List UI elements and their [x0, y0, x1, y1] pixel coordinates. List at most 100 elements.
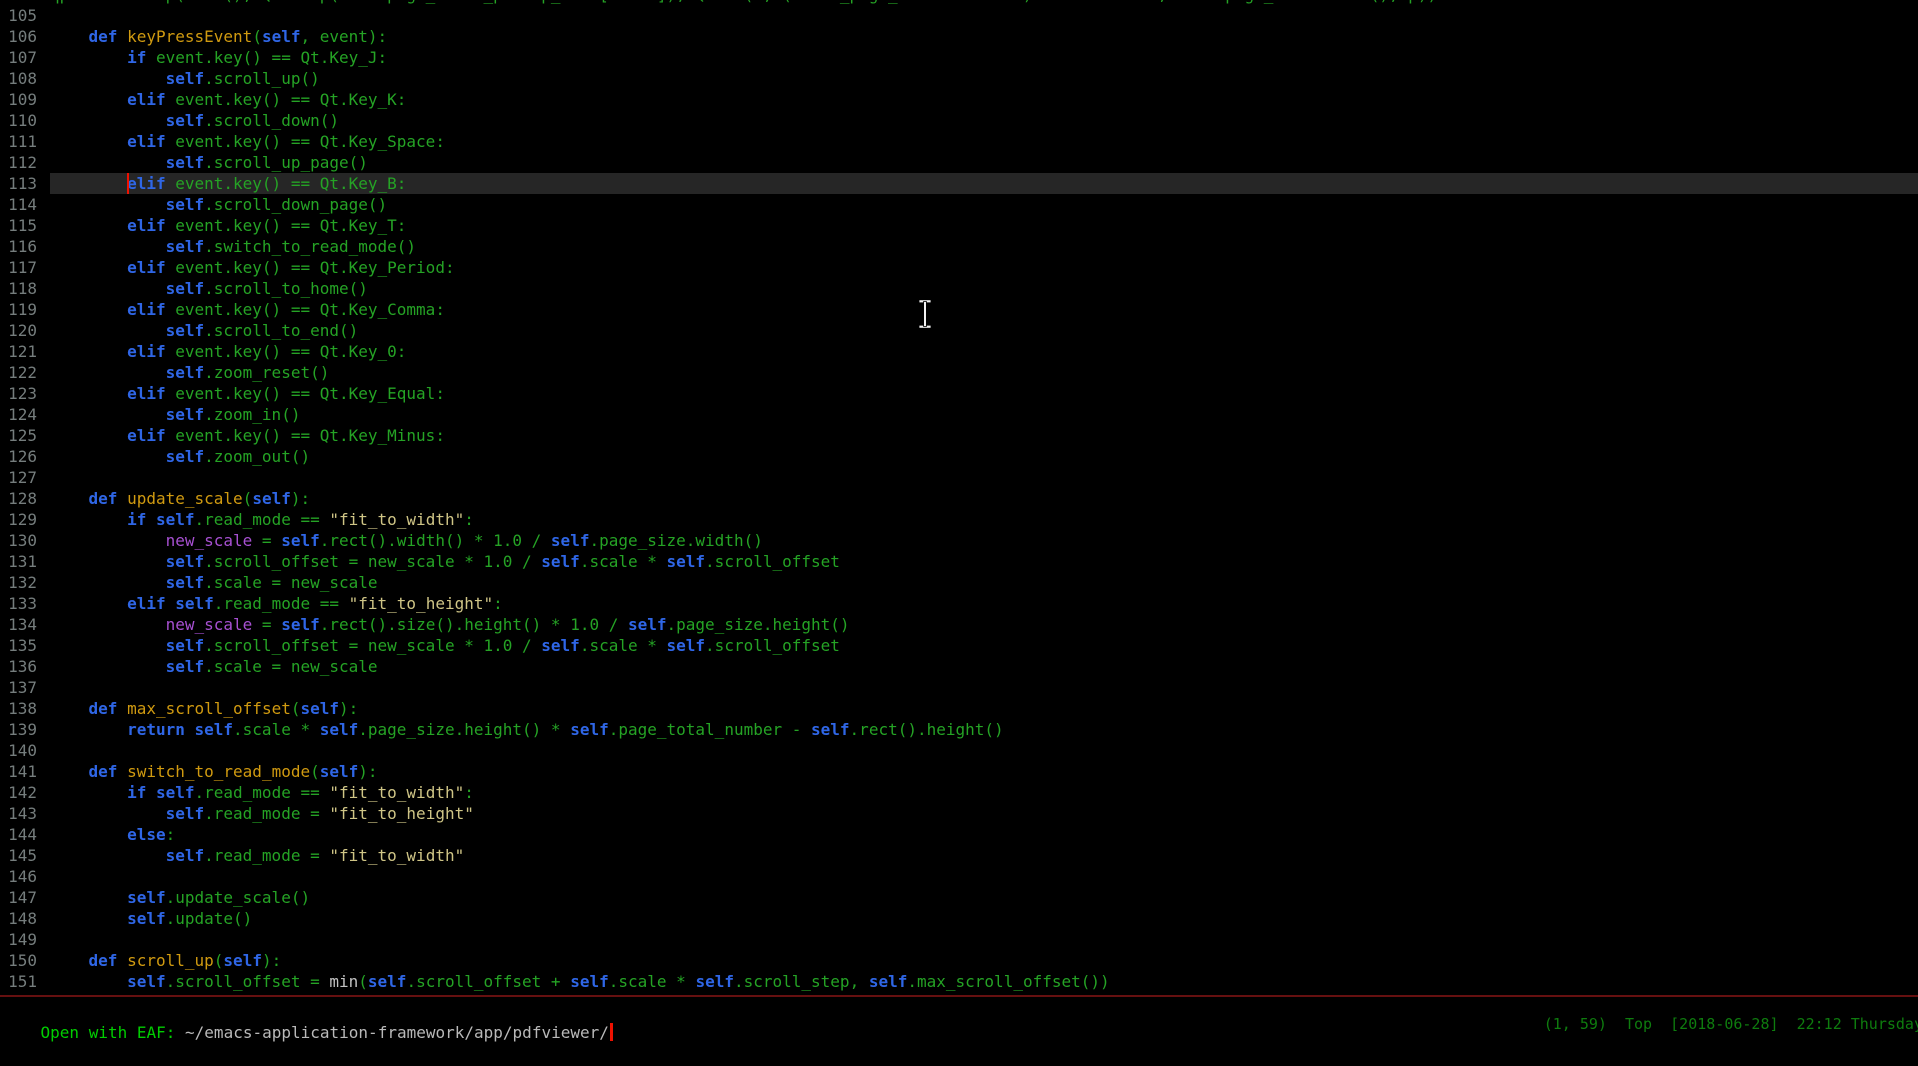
code-line[interactable]: 109 elif event.key() == Qt.Key_K: — [0, 89, 1918, 110]
line-number: 119 — [0, 299, 50, 320]
line-number: 121 — [0, 341, 50, 362]
code-line[interactable]: 114 self.scroll_down_page() — [0, 194, 1918, 215]
code-line[interactable]: 106 def keyPressEvent(self, event): — [0, 26, 1918, 47]
line-number: 125 — [0, 425, 50, 446]
code-line[interactable]: 117 elif event.key() == Qt.Key_Period: — [0, 257, 1918, 278]
code-text: elif self.read_mode == "fit_to_height": — [50, 593, 1918, 614]
code-line[interactable]: 143 self.read_mode = "fit_to_height" — [0, 803, 1918, 824]
line-number: 133 — [0, 593, 50, 614]
code-line[interactable]: 105 — [0, 5, 1918, 26]
line-number: 138 — [0, 698, 50, 719]
code-text: self.scroll_up() — [50, 68, 1918, 89]
line-number: 111 — [0, 131, 50, 152]
line-number: 135 — [0, 635, 50, 656]
code-text: self.read_mode = "fit_to_height" — [50, 803, 1918, 824]
code-line[interactable]: 133 elif self.read_mode == "fit_to_heigh… — [0, 593, 1918, 614]
code-line[interactable]: 122 self.zoom_reset() — [0, 362, 1918, 383]
code-line[interactable]: 149 — [0, 929, 1918, 950]
code-line[interactable]: 119 elif event.key() == Qt.Key_Comma: — [0, 299, 1918, 320]
code-line[interactable]: 115 elif event.key() == Qt.Key_T: — [0, 215, 1918, 236]
code-text: self.scroll_offset = min(self.scroll_off… — [50, 971, 1918, 992]
code-line[interactable]: 128 def update_scale(self): — [0, 488, 1918, 509]
code-line[interactable]: 139 return self.scale * self.page_size.h… — [0, 719, 1918, 740]
code-text: def keyPressEvent(self, event): — [50, 26, 1918, 47]
line-number: 141 — [0, 761, 50, 782]
code-text: elif event.key() == Qt.Key_Period: — [50, 257, 1918, 278]
line-number: 137 — [0, 677, 50, 698]
code-line[interactable]: 137 — [0, 677, 1918, 698]
line-number: 113 — [0, 173, 50, 194]
emacs-frame: qp.drawPixmap(rect(), QPixmap(self.page_… — [0, 0, 1918, 1037]
code-line[interactable]: 118 self.scroll_to_home() — [0, 278, 1918, 299]
code-text: def switch_to_read_mode(self): — [50, 761, 1918, 782]
line-number: 118 — [0, 278, 50, 299]
code-line[interactable]: 120 self.scroll_to_end() — [0, 320, 1918, 341]
code-line[interactable]: 111 elif event.key() == Qt.Key_Space: — [0, 131, 1918, 152]
code-line[interactable]: 121 elif event.key() == Qt.Key_0: — [0, 341, 1918, 362]
code-line[interactable]: 138 def max_scroll_offset(self): — [0, 698, 1918, 719]
code-text: self.zoom_in() — [50, 404, 1918, 425]
code-line[interactable]: 150 def scroll_up(self): — [0, 950, 1918, 971]
code-text: self.scale = new_scale — [50, 572, 1918, 593]
line-number: 143 — [0, 803, 50, 824]
code-text: self.update_scale() — [50, 887, 1918, 908]
code-line[interactable]: 147 self.update_scale() — [0, 887, 1918, 908]
code-line[interactable]: 116 self.switch_to_read_mode() — [0, 236, 1918, 257]
code-line[interactable]: 134 new_scale = self.rect().size().heigh… — [0, 614, 1918, 635]
minibuffer-input[interactable]: ~/emacs-application-framework/app/pdfvie… — [185, 1023, 609, 1042]
code-text: self.update() — [50, 908, 1918, 929]
line-number: 105 — [0, 5, 50, 26]
code-line[interactable]: 126 self.zoom_out() — [0, 446, 1918, 467]
code-text: else: — [50, 824, 1918, 845]
line-number: 131 — [0, 551, 50, 572]
line-number: 134 — [0, 614, 50, 635]
line-number: 136 — [0, 656, 50, 677]
code-line[interactable]: 146 — [0, 866, 1918, 887]
line-number: 139 — [0, 719, 50, 740]
code-line[interactable]: 123 elif event.key() == Qt.Key_Equal: — [0, 383, 1918, 404]
line-number: 122 — [0, 362, 50, 383]
code-line[interactable]: 112 self.scroll_up_page() — [0, 152, 1918, 173]
code-text: def scroll_up(self): — [50, 950, 1918, 971]
code-text: self.zoom_out() — [50, 446, 1918, 467]
line-number: 108 — [0, 68, 50, 89]
code-line[interactable]: 148 self.update() — [0, 908, 1918, 929]
code-line[interactable]: 132 self.scale = new_scale — [0, 572, 1918, 593]
code-line[interactable]: 151 self.scroll_offset = min(self.scroll… — [0, 971, 1918, 992]
code-line[interactable]: 124 self.zoom_in() — [0, 404, 1918, 425]
code-line[interactable]: 144 else: — [0, 824, 1918, 845]
code-line[interactable]: 142 if self.read_mode == "fit_to_width": — [0, 782, 1918, 803]
code-line[interactable]: 130 new_scale = self.rect().width() * 1.… — [0, 530, 1918, 551]
code-line[interactable]: 107 if event.key() == Qt.Key_J: — [0, 47, 1918, 68]
code-text: elif event.key() == Qt.Key_B: — [50, 173, 1918, 194]
code-line[interactable]: 145 self.read_mode = "fit_to_width" — [0, 845, 1918, 866]
code-line[interactable]: 129 if self.read_mode == "fit_to_width": — [0, 509, 1918, 530]
code-line[interactable]: 108 self.scroll_up() — [0, 68, 1918, 89]
line-number: 151 — [0, 971, 50, 992]
code-text: self.scroll_offset = new_scale * 1.0 / s… — [50, 551, 1918, 572]
code-text — [50, 467, 1918, 488]
code-line[interactable]: 141 def switch_to_read_mode(self): — [0, 761, 1918, 782]
code-line[interactable]: 135 self.scroll_offset = new_scale * 1.0… — [0, 635, 1918, 656]
code-line[interactable]: 125 elif event.key() == Qt.Key_Minus: — [0, 425, 1918, 446]
code-rows: 105106 def keyPressEvent(self, event):10… — [0, 5, 1918, 992]
code-line[interactable]: 110 self.scroll_down() — [0, 110, 1918, 131]
code-text: self.scroll_down_page() — [50, 194, 1918, 215]
code-text: self.scroll_to_end() — [50, 320, 1918, 341]
code-text — [50, 5, 1918, 26]
code-line[interactable]: 113 elif event.key() == Qt.Key_B: — [0, 173, 1918, 194]
minibuffer[interactable]: Open with EAF: ~/emacs-application-frame… — [2, 1000, 613, 1022]
code-line[interactable]: 136 self.scale = new_scale — [0, 656, 1918, 677]
line-number: 117 — [0, 257, 50, 278]
code-text: return self.scale * self.page_size.heigh… — [50, 719, 1918, 740]
code-line[interactable]: 140 — [0, 740, 1918, 761]
code-line[interactable]: 131 self.scroll_offset = new_scale * 1.0… — [0, 551, 1918, 572]
code-text: self.scroll_to_home() — [50, 278, 1918, 299]
code-buffer[interactable]: qp.drawPixmap(rect(), QPixmap(self.page_… — [0, 0, 1918, 994]
code-text: self.read_mode = "fit_to_width" — [50, 845, 1918, 866]
line-number: 114 — [0, 194, 50, 215]
line-number: 148 — [0, 908, 50, 929]
code-text: def max_scroll_offset(self): — [50, 698, 1918, 719]
code-line[interactable]: 127 — [0, 467, 1918, 488]
code-text — [50, 866, 1918, 887]
